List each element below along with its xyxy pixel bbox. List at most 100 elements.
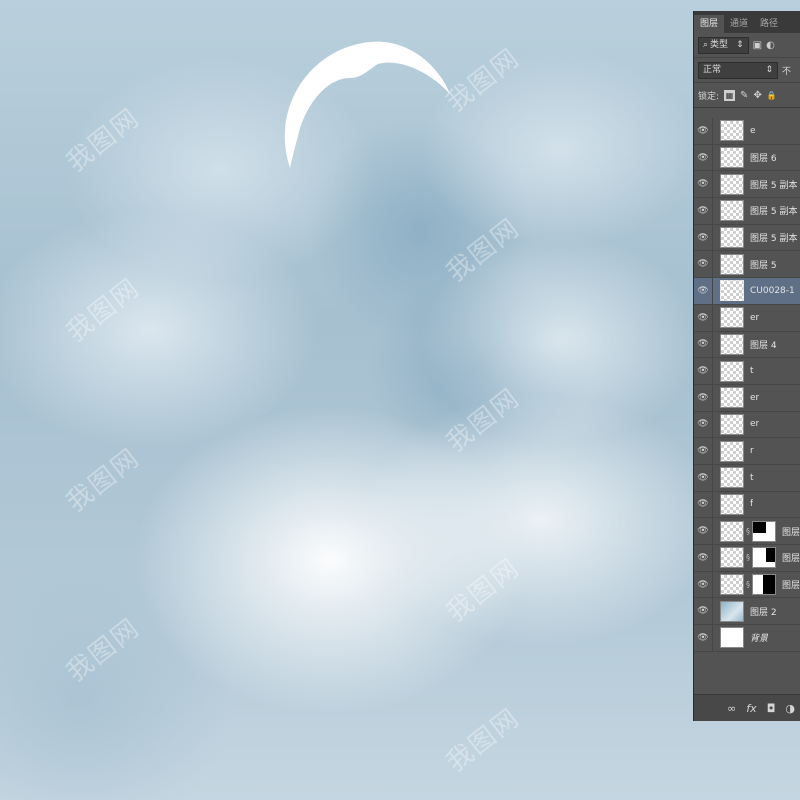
adjustment-layer-icon[interactable]: ◑ — [785, 702, 795, 715]
visibility-eye-icon[interactable]: 👁 — [694, 179, 712, 189]
layer-mask-thumbnail[interactable] — [752, 574, 776, 596]
blend-row: 正常 ⇕ 不 — [694, 58, 800, 83]
layer-row[interactable]: 👁 图层 5 副本 — [694, 198, 800, 225]
visibility-eye-icon[interactable]: 👁 — [694, 286, 712, 296]
visibility-eye-icon[interactable]: 👁 — [694, 446, 712, 456]
mask-link-icon[interactable]: § — [746, 553, 750, 562]
layer-row[interactable]: 👁 e — [694, 118, 800, 145]
lock-row: 锁定: ▦ ✎ ✥ 🔒 — [694, 83, 800, 108]
mask-link-icon[interactable]: § — [746, 527, 750, 536]
tab-paths[interactable]: 路径 — [754, 15, 784, 33]
visibility-eye-icon[interactable]: 👁 — [694, 233, 712, 243]
watermark: 我图网 — [441, 382, 526, 459]
filter-image-icon[interactable]: ▣ — [753, 40, 762, 51]
layer-thumbnail[interactable] — [720, 173, 744, 195]
layer-thumbnail[interactable] — [720, 547, 744, 569]
search-icon: ⌕ — [703, 39, 709, 50]
layer-row[interactable]: 👁 § 图层 — [694, 545, 800, 572]
visibility-eye-icon[interactable]: 👁 — [694, 526, 712, 536]
tab-channels[interactable]: 通道 — [724, 15, 754, 33]
lock-move-icon[interactable]: ✥ — [753, 90, 761, 101]
layer-thumbnail[interactable] — [720, 440, 744, 462]
layer-row[interactable]: 👁 f — [694, 491, 800, 519]
layer-name: 图层 5 副本 — [750, 180, 798, 191]
layer-thumbnail[interactable] — [720, 200, 744, 222]
layer-thumbnail[interactable] — [720, 413, 744, 435]
mask-link-icon[interactable]: § — [746, 580, 750, 589]
lock-pixels-icon[interactable]: ▦ — [724, 89, 736, 101]
visibility-eye-icon[interactable]: 👁 — [694, 206, 712, 216]
layer-name: 图层 — [782, 527, 800, 538]
visibility-eye-icon[interactable]: 👁 — [694, 339, 712, 349]
layer-thumbnail[interactable] — [720, 253, 744, 275]
layer-row[interactable]: 👁 图层 2 — [694, 598, 800, 626]
visibility-eye-icon[interactable]: 👁 — [694, 633, 712, 643]
blend-mode-select[interactable]: 正常 ⇕ — [698, 61, 778, 79]
visibility-eye-icon[interactable]: 👁 — [694, 313, 712, 323]
layer-thumbnail[interactable] — [720, 520, 744, 542]
link-layers-icon[interactable]: ∞ — [727, 702, 736, 715]
blend-mode-value: 正常 — [703, 64, 722, 75]
row-divider — [712, 224, 713, 251]
layer-row[interactable]: 👁 图层 5 — [694, 251, 800, 279]
tab-layers[interactable]: 图层 — [694, 15, 725, 33]
visibility-eye-icon[interactable]: 👁 — [694, 499, 712, 509]
visibility-eye-icon[interactable]: 👁 — [694, 553, 712, 563]
visibility-eye-icon[interactable]: 👁 — [694, 153, 712, 163]
panel-tabs: 图层 通道 路径 — [694, 11, 800, 33]
layer-row[interactable]: 👁 图层 4 — [694, 331, 800, 359]
layer-row[interactable]: 👁 图层 6 — [694, 144, 800, 172]
layer-thumbnail[interactable] — [720, 600, 744, 622]
layer-thumbnail[interactable] — [720, 627, 744, 649]
layer-thumbnail[interactable] — [720, 333, 744, 355]
layer-thumbnail[interactable] — [720, 120, 744, 142]
visibility-eye-icon[interactable]: 👁 — [694, 126, 712, 136]
visibility-eye-icon[interactable]: 👁 — [694, 393, 712, 403]
layer-name: 图层 5 副本 — [750, 234, 798, 245]
watermark: 我图网 — [61, 272, 146, 349]
layer-thumbnail[interactable] — [720, 467, 744, 489]
layer-filter-select[interactable]: ⌕ 类型 ⇕ — [698, 36, 749, 54]
layer-name: t — [750, 472, 754, 483]
lock-all-icon[interactable]: 🔒 — [767, 91, 777, 100]
layer-row[interactable]: 👁 er — [694, 411, 800, 439]
layer-mask-thumbnail[interactable] — [752, 547, 776, 569]
layer-row[interactable]: 👁 t — [694, 464, 800, 492]
layer-thumbnail[interactable] — [720, 360, 744, 382]
layer-row[interactable]: 👁 图层 5 副本 — [694, 224, 800, 252]
visibility-eye-icon[interactable]: 👁 — [694, 366, 712, 376]
visibility-eye-icon[interactable]: 👁 — [694, 419, 712, 429]
watermark: 我图网 — [441, 212, 526, 289]
layer-thumbnail[interactable] — [720, 387, 744, 409]
layer-row[interactable]: 👁 图层 5 副本 — [694, 171, 800, 199]
layer-thumbnail[interactable] — [720, 280, 744, 302]
layer-row[interactable]: 👁 r — [694, 438, 800, 465]
layer-row[interactable]: 👁 CU0028-1 — [694, 278, 800, 305]
row-divider — [712, 171, 713, 198]
document-canvas[interactable]: 我图网 我图网 我图网 我图网 我图网 我图网 我图网 我图网 我图网 — [0, 0, 800, 800]
row-divider — [712, 304, 713, 331]
layer-thumbnail[interactable] — [720, 493, 744, 515]
layer-row[interactable]: 👁 er — [694, 304, 800, 332]
layer-row[interactable]: 👁 er — [694, 384, 800, 412]
layer-row[interactable]: 👁 § 图层 — [694, 571, 800, 599]
layer-thumbnail[interactable] — [720, 147, 744, 169]
layer-row[interactable]: 👁 t — [694, 358, 800, 385]
lock-brush-icon[interactable]: ✎ — [740, 90, 748, 101]
fx-icon[interactable]: fx — [746, 702, 756, 715]
visibility-eye-icon[interactable]: 👁 — [694, 606, 712, 616]
layer-thumbnail[interactable] — [720, 227, 744, 249]
layer-row[interactable]: 👁 背景 — [694, 625, 800, 652]
layer-name: 图层 — [782, 554, 800, 565]
layer-thumbnail[interactable] — [720, 574, 744, 596]
filter-adjustment-icon[interactable]: ◐ — [766, 40, 775, 51]
visibility-eye-icon[interactable]: 👁 — [694, 580, 712, 590]
visibility-eye-icon[interactable]: 👁 — [694, 473, 712, 483]
visibility-eye-icon[interactable]: 👁 — [694, 259, 712, 269]
layer-thumbnail[interactable] — [720, 307, 744, 329]
layer-row[interactable]: 👁 § 图层 — [694, 518, 800, 545]
layer-mask-thumbnail[interactable] — [752, 520, 776, 542]
add-mask-icon[interactable]: ◘ — [767, 702, 776, 715]
layers-panel: 图层 通道 路径 ⌕ 类型 ⇕ ▣ ◐ 正常 ⇕ 不 锁定: ▦ ✎ ✥ 🔒 👁… — [693, 11, 800, 721]
layer-name: 背景 — [750, 634, 769, 645]
